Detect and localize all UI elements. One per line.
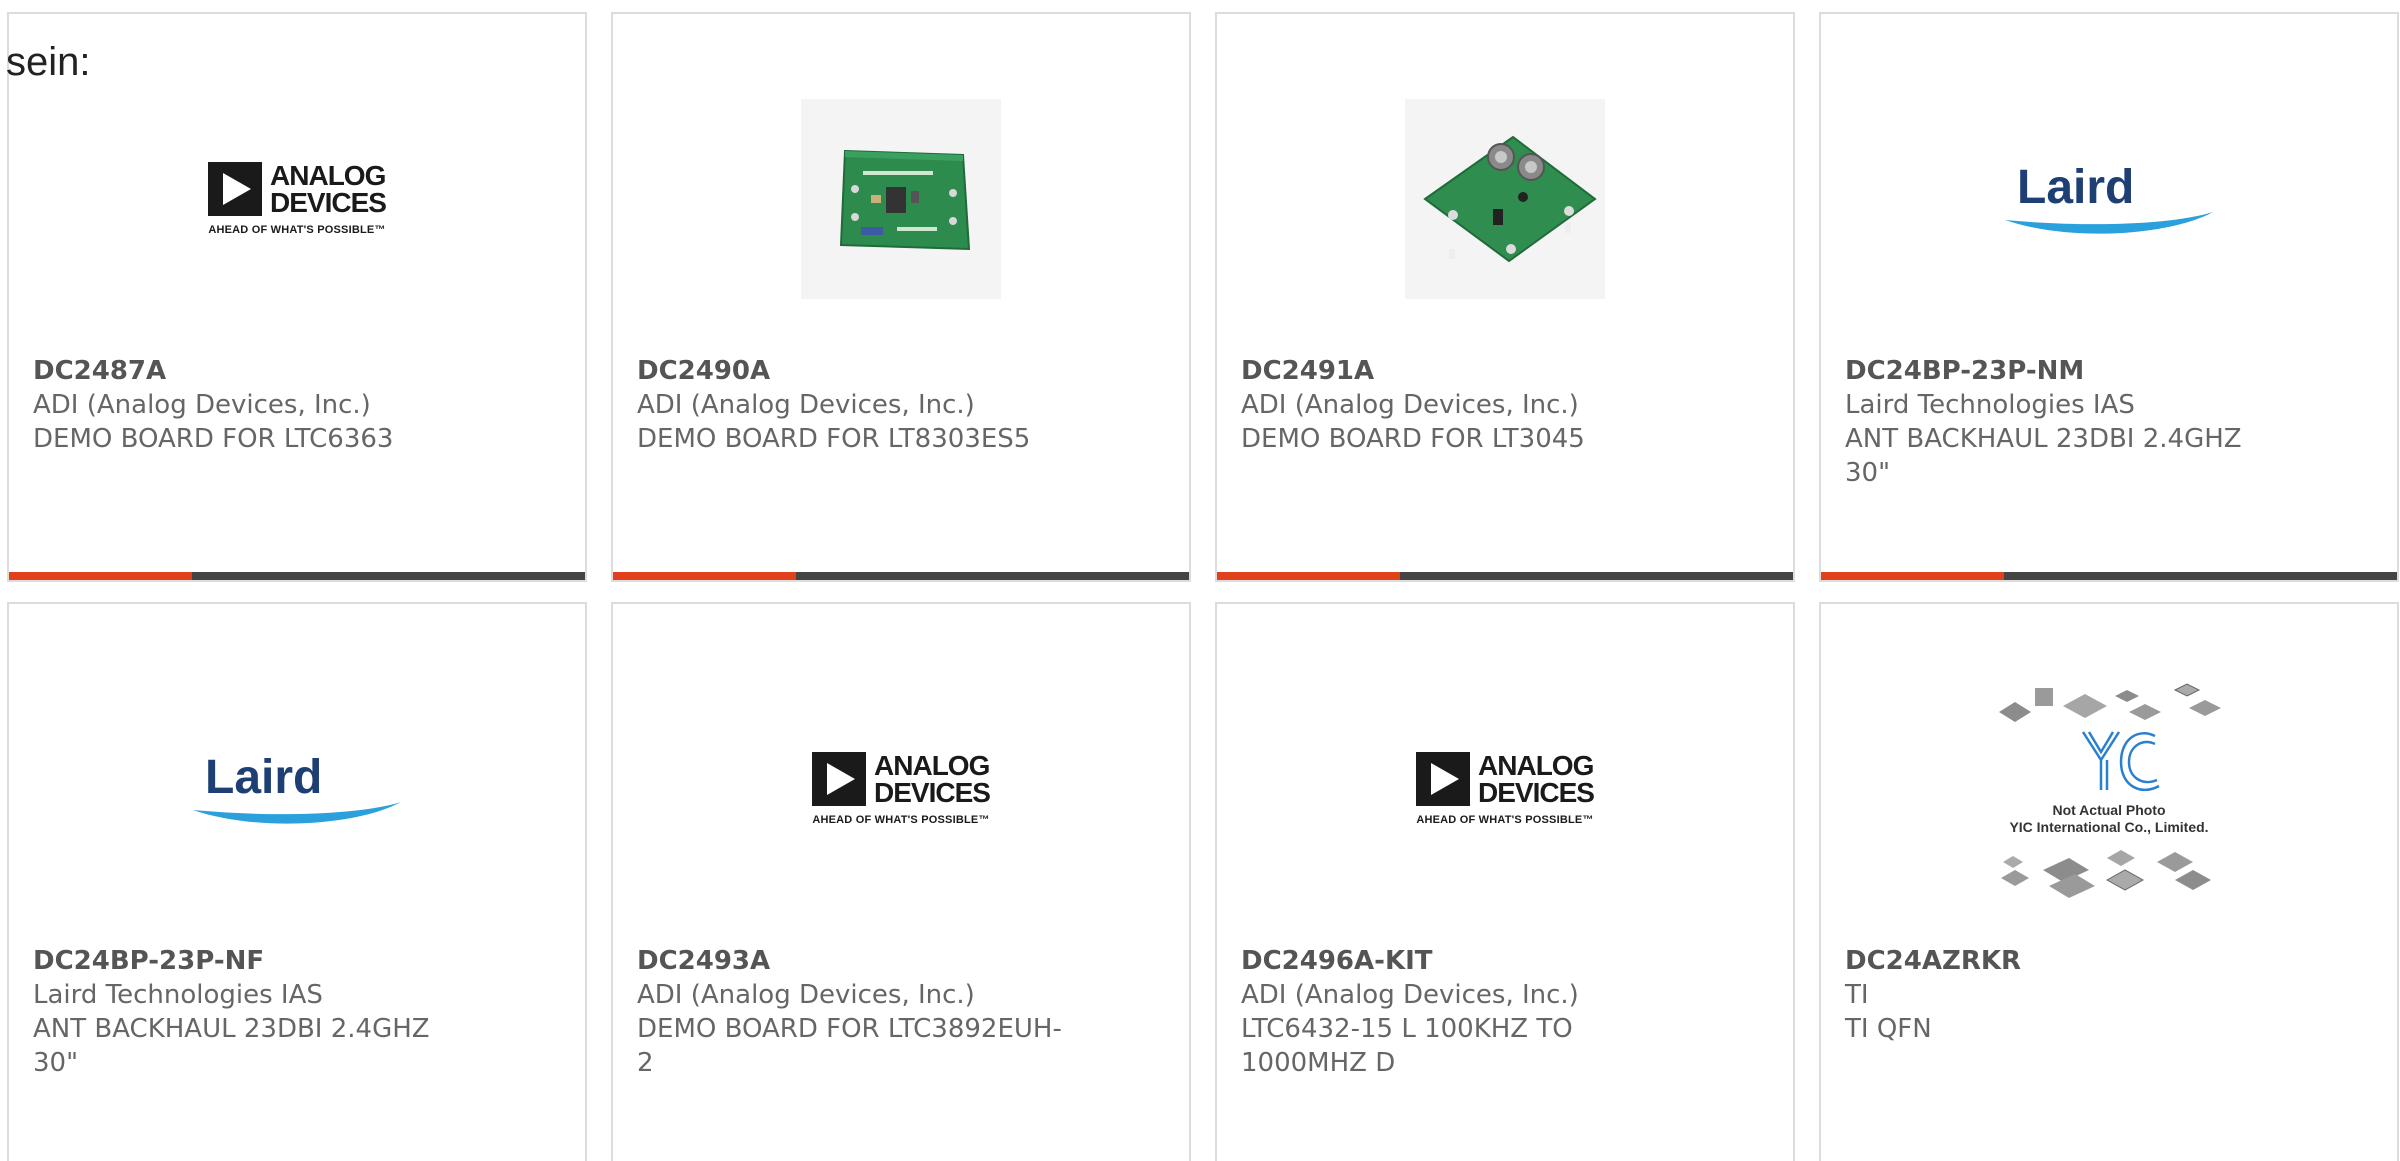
description: LTC6432-15 L 100KHZ TO 1000MHZ D <box>1241 1014 1573 1078</box>
play-triangle-icon <box>208 162 263 216</box>
description: DEMO BOARD FOR LT3045 <box>1241 424 1585 454</box>
adi-logo-tagline: AHEAD OF WHAT'S POSSIBLE™ <box>208 224 386 236</box>
card-bottom-bar <box>9 572 585 580</box>
product-card[interactable]: ANALOG DEVICES AHEAD OF WHAT'S POSSIBLE™… <box>7 12 587 582</box>
product-grid-page: sein: ANALOG DEVICES AHEAD OF WHAT'S POS… <box>0 0 2400 1161</box>
manufacturer: ADI (Analog Devices, Inc.) <box>637 980 975 1010</box>
play-triangle-icon <box>812 752 867 806</box>
product-card[interactable]: Not Actual Photo YIC International Co., … <box>1819 602 2399 1161</box>
description: ANT BACKHAUL 23DBI 2.4GHZ 30" <box>1845 424 2242 488</box>
adi-logo-line1: ANALOG <box>1478 750 1594 781</box>
lead-text: sein: <box>6 40 91 84</box>
yic-placeholder-image: Not Actual Photo YIC International Co., … <box>1979 674 2239 904</box>
analog-devices-logo: ANALOG DEVICES AHEAD OF WHAT'S POSSIBLE™ <box>208 160 387 236</box>
manufacturer: Laird Technologies IAS <box>33 980 323 1010</box>
part-number-link[interactable]: DC2487A <box>33 354 463 388</box>
product-card[interactable]: DC2491A ADI (Analog Devices, Inc.) DEMO … <box>1215 12 1795 582</box>
ic-packages-icon <box>1999 683 2221 898</box>
manufacturer: ADI (Analog Devices, Inc.) <box>33 390 371 420</box>
description: DEMO BOARD FOR LT8303ES5 <box>637 424 1031 454</box>
analog-devices-logo: ANALOG DEVICES AHEAD OF WHAT'S POSSIBLE™ <box>1416 750 1595 826</box>
description: ANT BACKHAUL 23DBI 2.4GHZ 30" <box>33 1014 430 1078</box>
adi-logo-line1: ANALOG <box>270 160 386 191</box>
product-card[interactable]: ANALOG DEVICES AHEAD OF WHAT'S POSSIBLE™… <box>611 602 1191 1161</box>
adi-logo-line2: DEVICES <box>1478 777 1595 808</box>
laird-logo: Laird <box>187 744 407 834</box>
pcb-board-photo <box>1405 99 1605 299</box>
part-number-link[interactable]: DC2491A <box>1241 354 1671 388</box>
manufacturer: Laird Technologies IAS <box>1845 390 2135 420</box>
product-card[interactable]: Laird DC24BP-23P-NM Laird Technologies I… <box>1819 12 2399 582</box>
manufacturer: TI <box>1845 980 1869 1010</box>
part-number-link[interactable]: DC2490A <box>637 354 1067 388</box>
part-number-link[interactable]: DC24AZRKR <box>1845 944 2275 978</box>
card-bottom-bar <box>1217 572 1793 580</box>
description: DEMO BOARD FOR LTC6363 <box>33 424 394 454</box>
product-image[interactable]: ANALOG DEVICES AHEAD OF WHAT'S POSSIBLE™ <box>771 674 1031 904</box>
description: DEMO BOARD FOR LTC3892EUH-2 <box>637 1014 1062 1078</box>
adi-logo-tagline: AHEAD OF WHAT'S POSSIBLE™ <box>812 814 990 826</box>
product-card[interactable]: ANALOG DEVICES AHEAD OF WHAT'S POSSIBLE™… <box>1215 602 1795 1161</box>
yic-caption-line2: YIC International Co., Limited. <box>2009 819 2209 835</box>
pcb-board-photo <box>801 99 1001 299</box>
product-image[interactable]: ANALOG DEVICES AHEAD OF WHAT'S POSSIBLE™ <box>167 84 427 314</box>
play-triangle-icon <box>1416 752 1471 806</box>
laird-swoosh-icon <box>193 802 401 824</box>
laird-swoosh-icon <box>2005 212 2213 234</box>
adi-logo-line2: DEVICES <box>270 187 387 218</box>
product-grid: ANALOG DEVICES AHEAD OF WHAT'S POSSIBLE™… <box>7 12 2399 1161</box>
product-card[interactable]: DC2490A ADI (Analog Devices, Inc.) DEMO … <box>611 12 1191 582</box>
manufacturer: ADI (Analog Devices, Inc.) <box>637 390 975 420</box>
description: TI QFN <box>1845 1014 1932 1044</box>
adi-logo-line1: ANALOG <box>874 750 990 781</box>
analog-devices-logo: ANALOG DEVICES AHEAD OF WHAT'S POSSIBLE™ <box>812 750 991 826</box>
card-bottom-bar <box>1821 572 2397 580</box>
product-image[interactable]: ANALOG DEVICES AHEAD OF WHAT'S POSSIBLE™ <box>1375 674 1635 904</box>
laird-logo: Laird <box>1999 154 2219 244</box>
product-image[interactable] <box>771 84 1031 314</box>
product-image[interactable] <box>1375 84 1635 314</box>
part-number-link[interactable]: DC2493A <box>637 944 1067 978</box>
part-number-link[interactable]: DC24BP-23P-NF <box>33 944 463 978</box>
product-card[interactable]: Laird DC24BP-23P-NF Laird Technologies I… <box>7 602 587 1161</box>
product-image[interactable]: Not Actual Photo YIC International Co., … <box>1979 674 2239 904</box>
manufacturer: ADI (Analog Devices, Inc.) <box>1241 980 1579 1010</box>
part-number-link[interactable]: DC24BP-23P-NM <box>1845 354 2275 388</box>
adi-logo-line2: DEVICES <box>874 777 991 808</box>
manufacturer: ADI (Analog Devices, Inc.) <box>1241 390 1579 420</box>
product-image[interactable]: Laird <box>167 674 427 904</box>
product-image[interactable]: Laird <box>1979 84 2239 314</box>
adi-logo-tagline: AHEAD OF WHAT'S POSSIBLE™ <box>1416 814 1594 826</box>
yic-caption-line1: Not Actual Photo <box>2052 802 2166 818</box>
card-bottom-bar <box>613 572 1189 580</box>
part-number-link[interactable]: DC2496A-KIT <box>1241 944 1671 978</box>
